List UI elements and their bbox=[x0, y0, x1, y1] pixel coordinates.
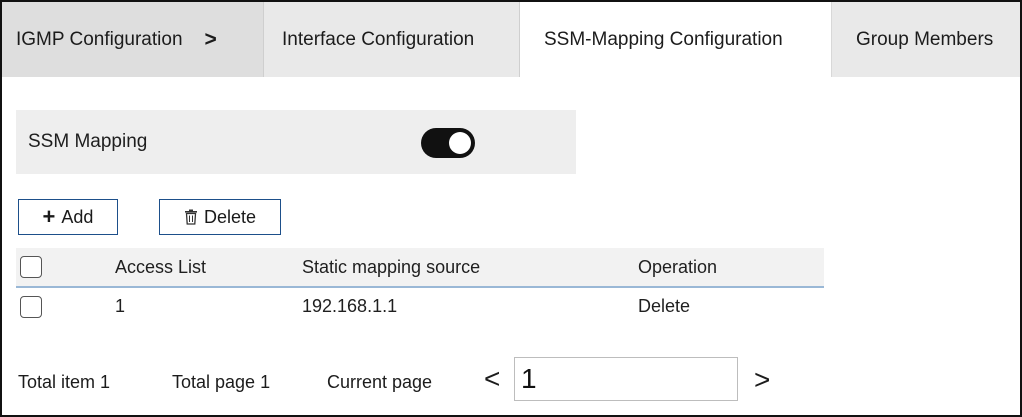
add-button[interactable]: + Add bbox=[18, 199, 118, 235]
column-header-static-mapping-source: Static mapping source bbox=[302, 256, 481, 277]
tab-label: IGMP Configuration bbox=[16, 28, 183, 50]
delete-button[interactable]: Delete bbox=[159, 199, 281, 235]
tab-label: Group Members bbox=[856, 28, 994, 50]
ssm-mapping-label: SSM Mapping bbox=[28, 131, 148, 152]
column-header-access-list: Access List bbox=[115, 256, 207, 277]
checkbox-box bbox=[20, 256, 42, 278]
tab-interface-configuration[interactable]: Interface Configuration bbox=[264, 2, 520, 77]
table-header: Access List Static mapping source Operat… bbox=[16, 248, 824, 288]
total-item-text: Total item 1 bbox=[18, 372, 111, 392]
breadcrumb-separator: > bbox=[204, 27, 217, 51]
row-delete-link[interactable]: Delete bbox=[638, 296, 690, 317]
current-page-label: Current page bbox=[327, 372, 433, 392]
tab-group-members[interactable]: Group Members bbox=[832, 2, 1020, 77]
row-checkbox[interactable] bbox=[20, 295, 42, 318]
next-page-button[interactable]: > bbox=[754, 366, 770, 394]
toggle-knob bbox=[449, 132, 471, 154]
tab-ssm-mapping-configuration[interactable]: SSM-Mapping Configuration bbox=[520, 2, 832, 77]
select-all-checkbox[interactable] bbox=[20, 256, 42, 278]
pagination: Total item 1 Total page 1 Current page <… bbox=[2, 357, 822, 407]
cell-access-list: 1 bbox=[115, 296, 126, 316]
ssm-mapping-panel: SSM Mapping bbox=[16, 110, 576, 174]
previous-page-button[interactable]: < bbox=[484, 365, 500, 393]
column-header-operation: Operation bbox=[638, 256, 718, 277]
tab-label: SSM-Mapping Configuration bbox=[544, 28, 783, 50]
trash-icon bbox=[184, 209, 198, 225]
tab-igmp-configuration[interactable]: IGMP Configuration > bbox=[2, 2, 264, 77]
current-page-input[interactable] bbox=[514, 357, 738, 401]
checkbox-box bbox=[20, 295, 42, 318]
app-frame: IGMP Configuration > Interface Configura… bbox=[0, 0, 1022, 417]
cell-static-mapping-source: 192.168.1.1 bbox=[302, 296, 398, 316]
add-button-label: Add bbox=[61, 206, 94, 227]
ssm-mapping-toggle[interactable] bbox=[421, 128, 475, 158]
ssm-mapping-table: Access List Static mapping source Operat… bbox=[16, 248, 824, 325]
plus-icon: + bbox=[42, 204, 56, 229]
total-page-text: Total page 1 bbox=[172, 372, 271, 392]
table-row: 1 192.168.1.1 Delete bbox=[16, 288, 824, 325]
delete-button-label: Delete bbox=[203, 206, 257, 227]
tab-label: Interface Configuration bbox=[282, 28, 475, 50]
tab-bar: IGMP Configuration > Interface Configura… bbox=[2, 2, 1020, 77]
